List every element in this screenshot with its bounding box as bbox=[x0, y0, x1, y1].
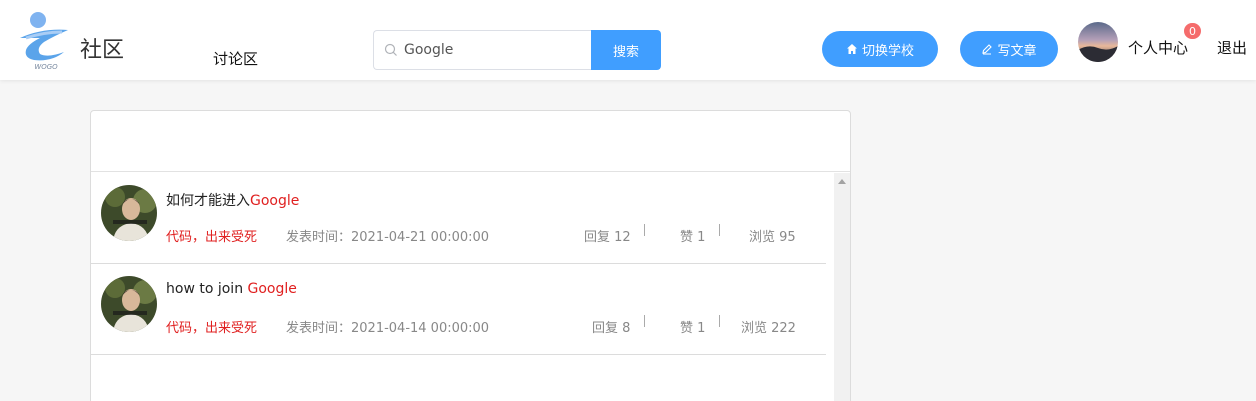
top-navbar: WOGO 社区 讨论区 搜索 切换学校 写文章 bbox=[0, 0, 1256, 80]
home-icon bbox=[846, 44, 857, 54]
logout-link[interactable]: 退出 bbox=[1217, 37, 1247, 58]
user-avatar[interactable] bbox=[1078, 22, 1118, 62]
search-box bbox=[373, 30, 592, 70]
site-logo[interactable]: WOGO bbox=[18, 8, 74, 72]
stat-divider bbox=[719, 315, 720, 327]
author-avatar[interactable] bbox=[101, 276, 157, 332]
stat-divider bbox=[644, 224, 645, 236]
post-item[interactable]: how to join Google 代码，出来受死 发表时间：2021-04-… bbox=[91, 264, 826, 355]
edit-icon bbox=[982, 44, 993, 55]
author-avatar-image bbox=[101, 276, 157, 332]
notification-badge: 0 bbox=[1183, 22, 1202, 40]
list-scrollbar[interactable] bbox=[834, 173, 850, 401]
post-views: 浏览 222 bbox=[741, 321, 796, 336]
nav-discussion[interactable]: 讨论区 bbox=[213, 48, 258, 69]
post-title-text: 如何才能进入 bbox=[166, 193, 250, 209]
post-title-text: how to join bbox=[166, 281, 248, 297]
avatar-image bbox=[1078, 22, 1118, 62]
post-author[interactable]: 代码，出来受死 bbox=[166, 226, 257, 245]
post-likes: 赞 1 bbox=[680, 321, 706, 336]
post-title-keyword: Google bbox=[247, 281, 297, 297]
scroll-up-arrow-icon[interactable] bbox=[838, 179, 846, 184]
logo-figure-icon: WOGO bbox=[20, 12, 68, 71]
stat-divider bbox=[719, 224, 720, 236]
logo-subtext: WOGO bbox=[34, 63, 58, 71]
post-replies: 回复 8 bbox=[592, 321, 631, 336]
search-button[interactable]: 搜索 bbox=[591, 30, 661, 70]
post-time: 发表时间：2021-04-14 00:00:00 bbox=[286, 321, 490, 336]
post-author[interactable]: 代码，出来受死 bbox=[166, 317, 257, 336]
stat-divider bbox=[644, 315, 645, 327]
author-avatar[interactable] bbox=[101, 185, 157, 241]
switch-school-label: 切换学校 bbox=[861, 43, 914, 59]
post-item[interactable]: 如何才能进入Google 代码，出来受死 发表时间：2021-04-21 00:… bbox=[91, 173, 826, 264]
post-views: 浏览 95 bbox=[749, 230, 796, 245]
profile-center-link[interactable]: 个人中心 bbox=[1128, 37, 1188, 58]
post-title[interactable]: 如何才能进入Google bbox=[166, 190, 299, 210]
search-icon bbox=[384, 43, 397, 56]
post-time: 发表时间：2021-04-21 00:00:00 bbox=[286, 230, 490, 245]
post-title[interactable]: how to join Google bbox=[166, 281, 297, 297]
post-title-keyword: Google bbox=[250, 193, 300, 209]
switch-school-button[interactable]: 切换学校 bbox=[822, 31, 938, 67]
post-list: 如何才能进入Google 代码，出来受死 发表时间：2021-04-21 00:… bbox=[91, 173, 850, 401]
search-input[interactable] bbox=[404, 31, 589, 69]
write-article-button[interactable]: 写文章 bbox=[960, 31, 1058, 67]
author-avatar-image bbox=[101, 185, 157, 241]
post-likes: 赞 1 bbox=[680, 230, 706, 245]
site-title: 社区 bbox=[80, 38, 125, 63]
panel-header bbox=[91, 111, 850, 172]
post-replies: 回复 12 bbox=[584, 230, 631, 245]
write-article-label: 写文章 bbox=[997, 43, 1037, 59]
post-list-panel: 如何才能进入Google 代码，出来受死 发表时间：2021-04-21 00:… bbox=[90, 110, 851, 401]
